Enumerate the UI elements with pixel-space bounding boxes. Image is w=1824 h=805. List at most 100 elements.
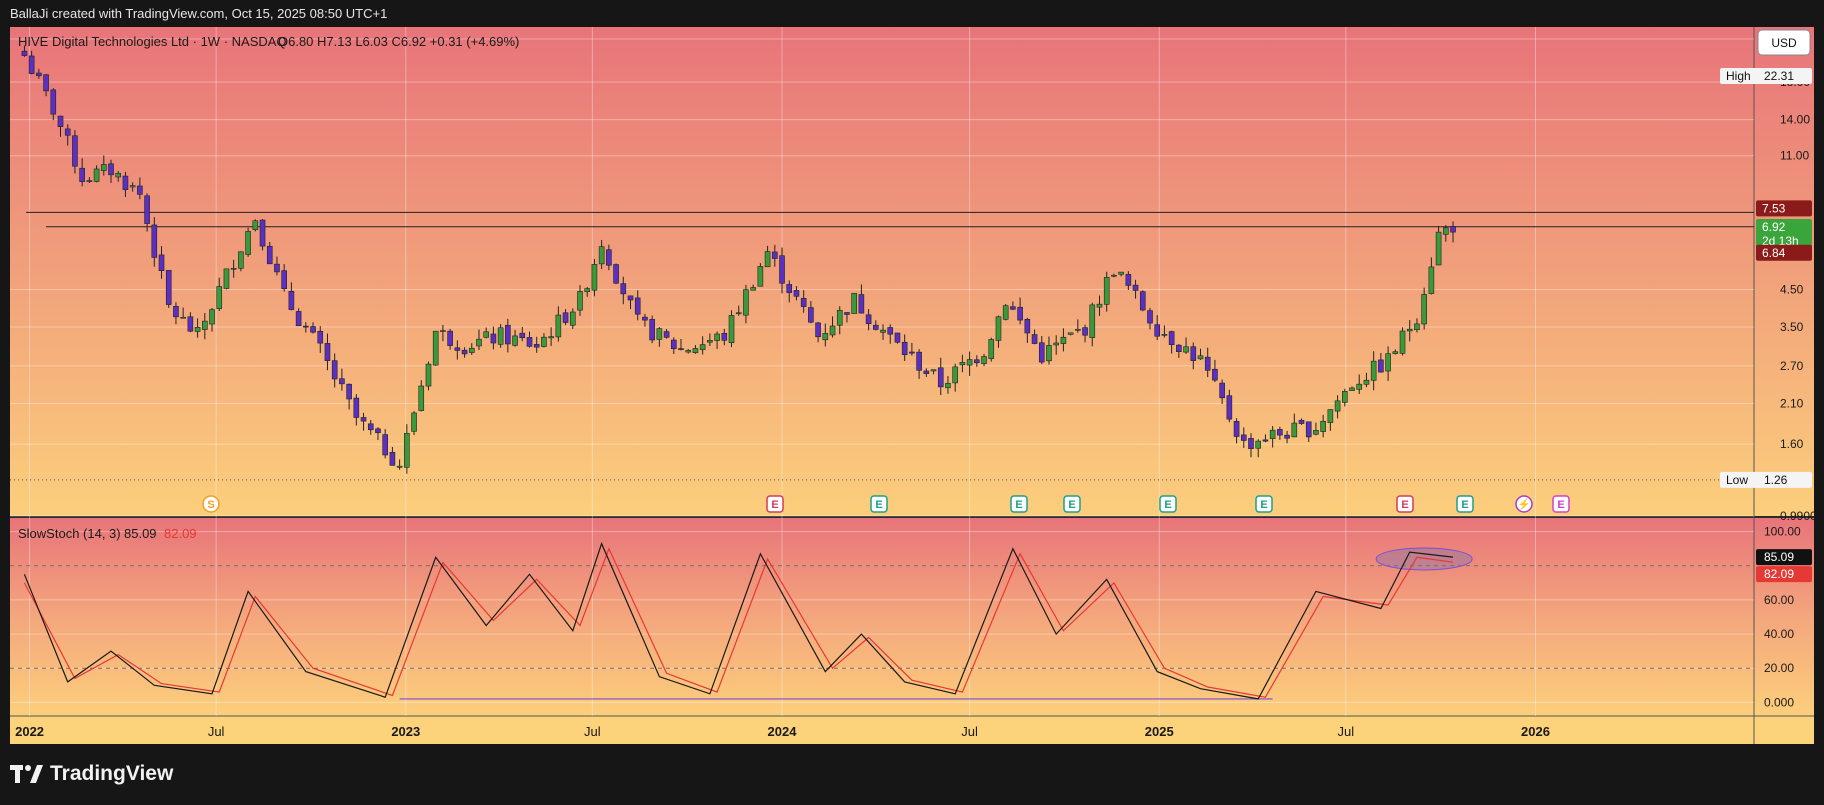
stoch-d-tag: 82.09 xyxy=(1764,567,1794,581)
candle-down xyxy=(57,115,64,127)
candle-up xyxy=(959,362,966,366)
candle-up xyxy=(86,180,93,182)
candle-up xyxy=(1356,383,1363,390)
candle-down xyxy=(887,327,894,335)
candle-up xyxy=(512,335,518,346)
candle-down xyxy=(1305,421,1312,438)
candle-down xyxy=(923,370,930,374)
candle-down xyxy=(50,89,57,115)
candle-up xyxy=(440,330,446,332)
time-axis-label: Jul xyxy=(208,724,225,739)
candle-down xyxy=(447,330,453,346)
candle-up xyxy=(945,382,951,389)
candle-up xyxy=(1197,355,1204,360)
candle-down xyxy=(613,264,619,284)
high-marker-value: 22.31 xyxy=(1764,69,1794,83)
candle-up xyxy=(829,325,836,336)
candle-down xyxy=(772,251,778,259)
time-axis-label: Jul xyxy=(1338,724,1355,739)
event-marker-label: E xyxy=(771,499,778,511)
candle-up xyxy=(1089,304,1096,338)
candle-up xyxy=(1399,330,1406,354)
candle-down xyxy=(1450,226,1456,233)
event-marker-label: E xyxy=(1164,499,1171,511)
candle-up xyxy=(1002,305,1009,320)
candle-up xyxy=(707,340,713,343)
candle-down xyxy=(800,297,807,307)
candle-up xyxy=(1349,387,1355,391)
candle-up xyxy=(425,363,432,387)
tradingview-logo[interactable]: TradingView xyxy=(10,762,173,786)
candle-up xyxy=(115,173,122,178)
candle-down xyxy=(187,316,194,332)
candle-down xyxy=(505,324,511,345)
event-marker-label: E xyxy=(1068,499,1075,511)
candle-up xyxy=(541,336,547,347)
candle-up xyxy=(1183,346,1189,353)
stoch-k-tag: 85.09 xyxy=(1764,550,1794,564)
candle-down xyxy=(844,312,850,315)
candle-down xyxy=(1024,319,1031,334)
price-pane[interactable] xyxy=(10,27,1754,516)
ohlc-values: O6.80 H7.13 L6.03 C6.92 +0.31 (+4.69%) xyxy=(278,34,519,49)
candle-up xyxy=(216,286,223,309)
candle-down xyxy=(1154,324,1161,337)
candle-down xyxy=(1031,334,1038,344)
candle-down xyxy=(360,417,367,422)
candle-down xyxy=(1233,421,1240,437)
candle-up xyxy=(252,220,259,230)
stoch-axis-bg[interactable] xyxy=(1754,518,1814,716)
candle-up xyxy=(851,292,857,314)
candle-up xyxy=(1320,420,1326,432)
price-axis-label: 11.00 xyxy=(1780,149,1809,163)
candle-down xyxy=(1298,419,1305,424)
time-axis-label: 2023 xyxy=(391,724,420,739)
candle-down xyxy=(295,311,302,327)
candle-up xyxy=(1060,336,1067,344)
candle-down xyxy=(873,324,879,330)
stoch-axis-label: 40.00 xyxy=(1764,627,1794,641)
candle-up xyxy=(952,366,958,384)
candle-up xyxy=(685,350,692,353)
currency-button[interactable]: USD xyxy=(1757,29,1811,56)
candle-up xyxy=(1435,231,1442,266)
candle-up xyxy=(1103,276,1110,305)
price-axis-label: 3.50 xyxy=(1780,320,1804,334)
candle-up xyxy=(209,309,215,325)
candle-up xyxy=(483,331,489,338)
candle-down xyxy=(36,72,42,77)
candle-up xyxy=(699,344,706,350)
candle-down xyxy=(382,434,388,456)
candle-down xyxy=(1038,342,1045,363)
price-axis-label: 4.50 xyxy=(1780,282,1804,296)
candle-up xyxy=(995,316,1002,341)
candle-down xyxy=(266,245,273,265)
stoch-d-value: 82.09 xyxy=(164,526,197,541)
candle-up xyxy=(555,314,562,338)
candle-down xyxy=(339,378,345,385)
candle-down xyxy=(663,331,670,338)
candle-down xyxy=(649,319,655,341)
time-axis-label: 2024 xyxy=(768,724,798,739)
candle-up xyxy=(180,316,186,319)
candle-down xyxy=(64,128,71,136)
event-marker-label: ⚡ xyxy=(1517,498,1531,511)
candle-down xyxy=(1010,306,1016,310)
candle-down xyxy=(1139,291,1146,311)
candle-down xyxy=(1262,439,1269,442)
candle-up xyxy=(418,385,425,411)
candle-down xyxy=(1212,368,1218,381)
stoch-axis-label: 100.00 xyxy=(1764,525,1801,539)
candle-up xyxy=(836,309,843,326)
candle-up xyxy=(764,251,771,268)
event-marker-label: E xyxy=(1461,499,1468,511)
high-marker-label: High xyxy=(1726,69,1751,83)
candle-down xyxy=(28,55,35,74)
time-axis-label: Jul xyxy=(961,724,978,739)
candle-down xyxy=(389,451,396,466)
candle-down xyxy=(310,326,316,333)
chart-canvas[interactable]: S E E E E E E E E ⚡ E 2022 Jul 2023 Jul 2024 Jul 2025 Jul… xyxy=(0,0,1824,760)
event-marker-label: E xyxy=(1015,499,1022,511)
resistance-price-tag: 7.53 xyxy=(1762,201,1786,215)
candle-down xyxy=(490,333,497,344)
